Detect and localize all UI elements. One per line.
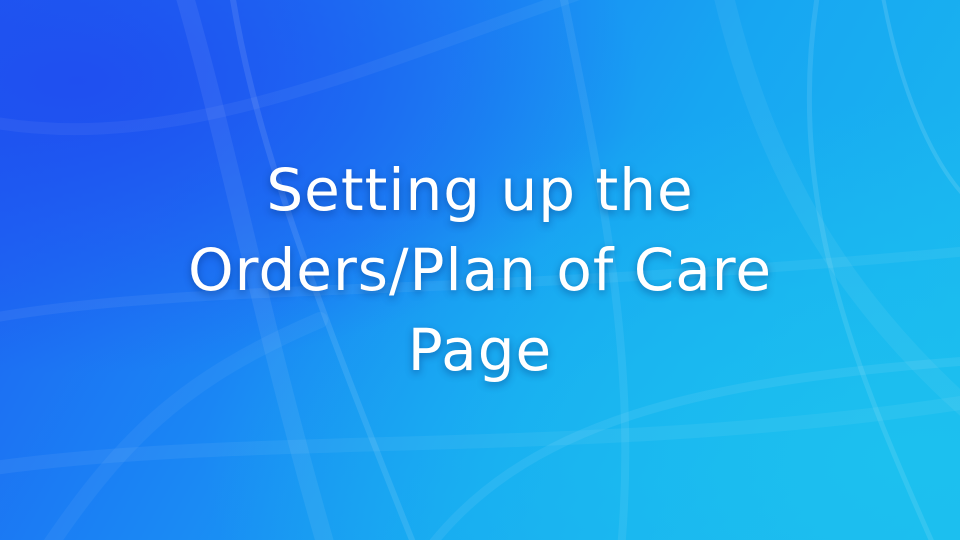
title-slide: Setting up the Orders/Plan of Care Page	[0, 0, 960, 540]
slide-title: Setting up the Orders/Plan of Care Page	[0, 150, 960, 390]
title-line-1: Setting up the	[266, 156, 694, 224]
title-line-3: Page	[407, 316, 553, 384]
title-line-2: Orders/Plan of Care	[187, 236, 773, 304]
